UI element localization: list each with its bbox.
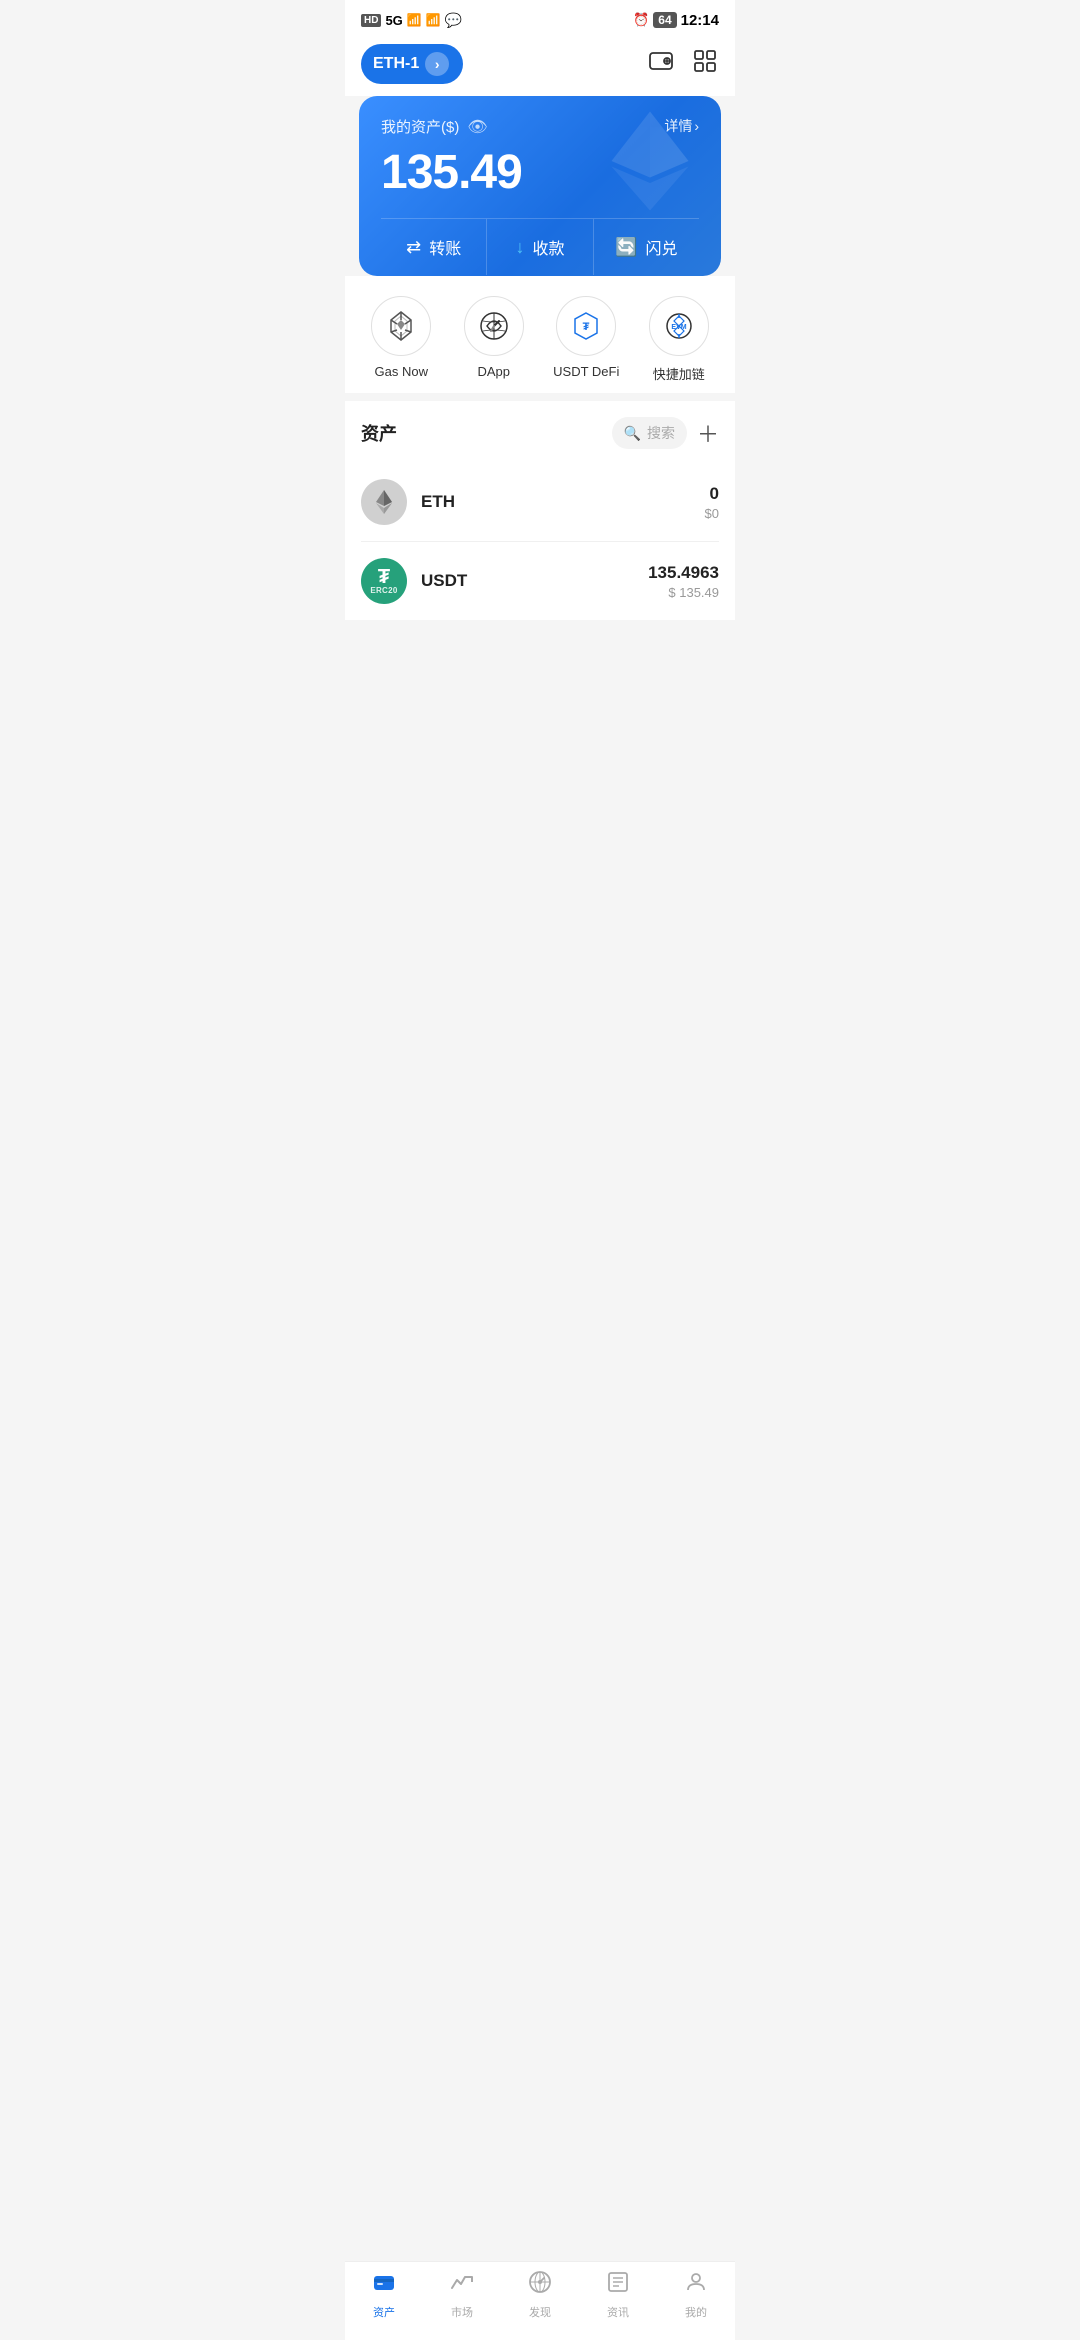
assets-header: 资产 🔍 搜索 ＋ bbox=[361, 417, 719, 449]
search-box[interactable]: 🔍 搜索 bbox=[612, 417, 687, 449]
header: ETH-1 › bbox=[345, 36, 735, 96]
token-item-usdt[interactable]: ₮ ERC20 USDT 135.4963 $ 135.49 bbox=[361, 542, 719, 620]
usdt-defi-label: USDT DeFi bbox=[553, 364, 619, 379]
eth-token-name: ETH bbox=[421, 492, 705, 512]
quick-item-usdt-defi[interactable]: ₮ USDT DeFi bbox=[546, 296, 626, 383]
assets-nav-label: 资产 bbox=[373, 2304, 395, 2320]
svg-text:₮: ₮ bbox=[583, 321, 590, 333]
profile-nav-label: 我的 bbox=[685, 2304, 707, 2320]
quick-item-quick-chain[interactable]: EVM 快捷加链 bbox=[639, 296, 719, 383]
usdt-amount: 135.4963 bbox=[648, 563, 719, 583]
header-icons bbox=[647, 47, 719, 82]
usdt-balance: 135.4963 $ 135.49 bbox=[648, 563, 719, 600]
network-signal: 5G bbox=[385, 13, 402, 28]
market-nav-icon bbox=[450, 2270, 474, 2300]
eth-watermark bbox=[595, 106, 705, 221]
wifi-icon: 📶 bbox=[426, 13, 441, 27]
network-arrow: › bbox=[425, 52, 449, 76]
assets-section: 资产 🔍 搜索 ＋ ETH 0 $0 ₮ ERC20 bbox=[345, 401, 735, 620]
bottom-nav: 资产 市场 发现 bbox=[345, 2261, 735, 2340]
usdt-usd: $ 135.49 bbox=[648, 585, 719, 600]
eth-logo bbox=[361, 479, 407, 525]
receive-icon: ↓ bbox=[515, 237, 524, 258]
network-label: ETH-1 bbox=[373, 55, 419, 73]
nav-item-assets[interactable]: 资产 bbox=[354, 2270, 414, 2320]
assets-title: 资产 bbox=[361, 420, 397, 446]
search-icon: 🔍 bbox=[624, 425, 641, 442]
alarm-icon: ⏰ bbox=[633, 12, 649, 28]
transfer-label: 转账 bbox=[429, 235, 461, 259]
time-display: 12:14 bbox=[681, 12, 719, 29]
quick-access: Gas Now DApp ₮ USDT DeFi bbox=[345, 276, 735, 393]
discover-nav-label: 发现 bbox=[529, 2304, 551, 2320]
gas-now-icon bbox=[371, 296, 431, 356]
discover-nav-icon bbox=[528, 2270, 552, 2300]
eth-amount: 0 bbox=[705, 484, 719, 504]
eth-balance: 0 $0 bbox=[705, 484, 719, 521]
gas-now-label: Gas Now bbox=[375, 364, 428, 379]
wallet-add-button[interactable] bbox=[647, 47, 675, 82]
assets-controls: 🔍 搜索 ＋ bbox=[612, 417, 719, 449]
swap-label: 闪兑 bbox=[646, 235, 678, 259]
receive-label: 收款 bbox=[532, 235, 564, 259]
dapp-label: DApp bbox=[477, 364, 510, 379]
usdt-defi-icon: ₮ bbox=[556, 296, 616, 356]
receive-button[interactable]: ↓ 收款 bbox=[487, 219, 593, 275]
asset-card: 我的资产($) 👁 详情 › 135.49 ⇄ 转账 ↓ 收款 🔄 闪兑 bbox=[359, 96, 721, 276]
dapp-icon bbox=[464, 296, 524, 356]
asset-label-text: 我的资产($) bbox=[381, 116, 459, 137]
nav-item-news[interactable]: 资讯 bbox=[588, 2270, 648, 2320]
nav-item-discover[interactable]: 发现 bbox=[510, 2270, 570, 2320]
quick-item-gas-now[interactable]: Gas Now bbox=[361, 296, 441, 383]
transfer-button[interactable]: ⇄ 转账 bbox=[381, 219, 487, 275]
news-nav-label: 资讯 bbox=[607, 2304, 629, 2320]
asset-actions: ⇄ 转账 ↓ 收款 🔄 闪兑 bbox=[381, 218, 699, 275]
hd-indicator: HD bbox=[361, 14, 381, 27]
assets-nav-icon bbox=[372, 2270, 396, 2300]
quick-chain-icon: EVM bbox=[649, 296, 709, 356]
market-nav-label: 市场 bbox=[451, 2304, 473, 2320]
asset-label: 我的资产($) 👁 bbox=[381, 116, 488, 137]
search-placeholder: 搜索 bbox=[647, 423, 675, 443]
add-asset-button[interactable]: ＋ bbox=[697, 417, 719, 449]
svg-text:EVM: EVM bbox=[671, 324, 686, 331]
wechat-icon: 💬 bbox=[445, 12, 462, 29]
swap-button[interactable]: 🔄 闪兑 bbox=[594, 219, 699, 275]
quick-chain-label: 快捷加链 bbox=[653, 364, 705, 383]
token-item-eth[interactable]: ETH 0 $0 bbox=[361, 463, 719, 542]
nav-item-market[interactable]: 市场 bbox=[432, 2270, 492, 2320]
status-right: ⏰ 64 12:14 bbox=[633, 12, 719, 29]
nav-item-profile[interactable]: 我的 bbox=[666, 2270, 726, 2320]
transfer-icon: ⇄ bbox=[406, 237, 421, 258]
swap-icon: 🔄 bbox=[615, 237, 637, 258]
battery-level: 64 bbox=[653, 12, 676, 28]
profile-nav-icon bbox=[684, 2270, 708, 2300]
signal-bars: 📶 bbox=[407, 13, 422, 27]
status-left: HD 5G 📶 📶 💬 bbox=[361, 12, 462, 29]
news-nav-icon bbox=[606, 2270, 630, 2300]
eth-usd: $0 bbox=[705, 506, 719, 521]
status-bar: HD 5G 📶 📶 💬 ⏰ 64 12:14 bbox=[345, 0, 735, 36]
quick-item-dapp[interactable]: DApp bbox=[454, 296, 534, 383]
scan-button[interactable] bbox=[691, 47, 719, 82]
network-badge[interactable]: ETH-1 › bbox=[361, 44, 463, 84]
eye-icon[interactable]: 👁 bbox=[467, 117, 487, 137]
usdt-token-name: USDT bbox=[421, 571, 648, 591]
usdt-logo: ₮ ERC20 bbox=[361, 558, 407, 604]
